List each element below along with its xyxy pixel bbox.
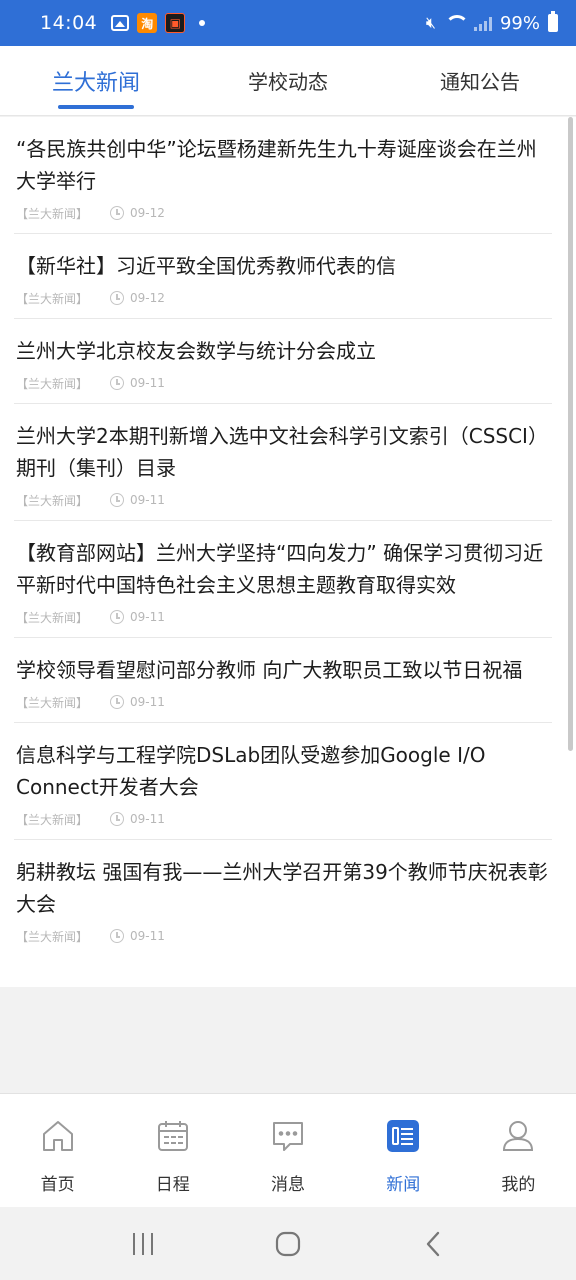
news-item[interactable]: 兰州大学2本期刊新增入选中文社会科学引文索引（CSSCI）期刊（集刊）目录 【兰… bbox=[14, 404, 552, 521]
news-item[interactable]: “各民族共创中华”论坛暨杨建新先生九十寿诞座谈会在兰州大学举行 【兰大新闻】 0… bbox=[14, 117, 552, 234]
news-list-scrollbar[interactable] bbox=[568, 117, 573, 751]
tab-lzu-news[interactable]: 兰大新闻 bbox=[0, 46, 192, 115]
news-title: 信息科学与工程学院DSLab团队受邀参加Google I/O Connect开发… bbox=[16, 743, 486, 799]
news-meta: 【兰大新闻】 09-11 bbox=[16, 605, 552, 629]
news-source: 【兰大新闻】 bbox=[16, 929, 89, 944]
news-title: 【教育部网站】兰州大学坚持“四向发力” 确保学习贯彻习近平新时代中国特色社会主义… bbox=[16, 541, 544, 597]
gallery-icon bbox=[111, 15, 130, 31]
nav-news-label: 新闻 bbox=[386, 1175, 421, 1195]
news-item[interactable]: 【教育部网站】兰州大学坚持“四向发力” 确保学习贯彻习近平新时代中国特色社会主义… bbox=[14, 521, 552, 638]
news-date: 09-11 bbox=[130, 695, 165, 709]
home-button[interactable] bbox=[258, 1219, 318, 1269]
news-item[interactable]: 信息科学与工程学院DSLab团队受邀参加Google I/O Connect开发… bbox=[14, 723, 552, 840]
recent-apps-button[interactable] bbox=[113, 1219, 173, 1269]
news-source: 【兰大新闻】 bbox=[16, 695, 89, 710]
nav-home[interactable]: 首页 bbox=[0, 1094, 115, 1207]
news-title: 学校领导看望慰问部分教师 向广大教职员工致以节日祝福 bbox=[16, 658, 523, 682]
news-list[interactable]: “各民族共创中华”论坛暨杨建新先生九十寿诞座谈会在兰州大学举行 【兰大新闻】 0… bbox=[0, 117, 576, 987]
clock-icon bbox=[110, 610, 125, 624]
home-circle-icon bbox=[275, 1231, 301, 1256]
clock-icon bbox=[110, 695, 125, 709]
wifi-icon bbox=[444, 15, 469, 31]
bottom-nav: 首页 日程 消息 新闻 我的 bbox=[0, 1093, 576, 1207]
clock-icon bbox=[110, 376, 125, 390]
clock-icon bbox=[110, 493, 125, 507]
news-title: 躬耕教坛 强国有我——兰州大学召开第39个教师节庆祝表彰大会 bbox=[16, 860, 548, 916]
tab-school-updates[interactable]: 学校动态 bbox=[192, 46, 384, 115]
battery-icon bbox=[548, 11, 558, 32]
news-source: 【兰大新闻】 bbox=[16, 206, 89, 221]
profile-icon bbox=[503, 1121, 534, 1151]
status-time: 14:04 bbox=[40, 12, 98, 34]
news-icon bbox=[387, 1120, 420, 1152]
status-bar: 14:04 淘 ▣ 🔇︎ 99% bbox=[0, 0, 576, 46]
news-title: 兰州大学2本期刊新增入选中文社会科学引文索引（CSSCI）期刊（集刊）目录 bbox=[16, 424, 548, 480]
news-title: 【新华社】习近平致全国优秀教师代表的信 bbox=[16, 254, 396, 278]
news-date: 09-11 bbox=[130, 812, 165, 826]
news-meta: 【兰大新闻】 09-12 bbox=[16, 286, 552, 310]
news-category-tabs: 兰大新闻 学校动态 通知公告 bbox=[0, 46, 576, 116]
news-date: 09-11 bbox=[130, 376, 165, 390]
video-app-icon: ▣ bbox=[165, 13, 186, 33]
news-meta: 【兰大新闻】 09-11 bbox=[16, 488, 552, 512]
news-source: 【兰大新闻】 bbox=[16, 291, 89, 306]
message-icon bbox=[273, 1122, 303, 1151]
back-button[interactable] bbox=[403, 1219, 463, 1269]
notification-icons: 淘 ▣ bbox=[111, 13, 206, 33]
news-date: 09-11 bbox=[130, 493, 165, 507]
nav-news[interactable]: 新闻 bbox=[346, 1094, 461, 1207]
news-date: 09-11 bbox=[130, 929, 165, 943]
news-title: “各民族共创中华”论坛暨杨建新先生九十寿诞座谈会在兰州大学举行 bbox=[16, 137, 537, 193]
news-meta: 【兰大新闻】 09-11 bbox=[16, 371, 552, 395]
nav-home-label: 首页 bbox=[40, 1175, 75, 1195]
calendar-icon bbox=[157, 1121, 188, 1151]
news-meta: 【兰大新闻】 09-11 bbox=[16, 807, 552, 831]
news-meta: 【兰大新闻】 09-11 bbox=[16, 690, 552, 714]
nav-schedule-label: 日程 bbox=[155, 1175, 190, 1195]
clock-icon bbox=[110, 929, 125, 943]
news-source: 【兰大新闻】 bbox=[16, 610, 89, 625]
news-source: 【兰大新闻】 bbox=[16, 376, 89, 391]
news-item[interactable]: 躬耕教坛 强国有我——兰州大学召开第39个教师节庆祝表彰大会 【兰大新闻】 09… bbox=[14, 840, 552, 956]
news-item[interactable]: 【新华社】习近平致全国优秀教师代表的信 【兰大新闻】 09-12 bbox=[14, 234, 552, 319]
nav-profile[interactable]: 我的 bbox=[461, 1094, 576, 1207]
news-meta: 【兰大新闻】 09-11 bbox=[16, 924, 552, 948]
news-date: 09-12 bbox=[130, 291, 165, 305]
system-nav-bar bbox=[0, 1207, 576, 1280]
signal-icon bbox=[473, 15, 492, 31]
news-date: 09-12 bbox=[130, 206, 165, 220]
taobao-app-icon: 淘 bbox=[137, 13, 158, 33]
nav-messages[interactable]: 消息 bbox=[230, 1094, 345, 1207]
clock-icon bbox=[110, 206, 125, 220]
news-source: 【兰大新闻】 bbox=[16, 493, 89, 508]
recent-apps-icon bbox=[132, 1232, 153, 1255]
tab-notices[interactable]: 通知公告 bbox=[384, 46, 576, 115]
status-right: 🔇︎ 99% bbox=[425, 11, 558, 34]
more-notifications-dot-icon bbox=[199, 20, 206, 26]
nav-schedule[interactable]: 日程 bbox=[115, 1094, 230, 1207]
nav-profile-label: 我的 bbox=[501, 1175, 536, 1195]
news-item[interactable]: 兰州大学北京校友会数学与统计分会成立 【兰大新闻】 09-11 bbox=[14, 319, 552, 404]
news-item[interactable]: 学校领导看望慰问部分教师 向广大教职员工致以节日祝福 【兰大新闻】 09-11 bbox=[14, 638, 552, 723]
back-icon bbox=[427, 1231, 440, 1256]
mute-icon: 🔇︎ bbox=[425, 13, 436, 32]
home-icon bbox=[42, 1121, 73, 1151]
news-meta: 【兰大新闻】 09-12 bbox=[16, 201, 552, 225]
clock-icon bbox=[110, 812, 125, 826]
clock-icon bbox=[110, 291, 125, 305]
news-title: 兰州大学北京校友会数学与统计分会成立 bbox=[16, 339, 376, 363]
news-source: 【兰大新闻】 bbox=[16, 812, 89, 827]
news-date: 09-11 bbox=[130, 610, 165, 624]
battery-percent: 99% bbox=[499, 12, 540, 34]
nav-messages-label: 消息 bbox=[271, 1175, 305, 1195]
